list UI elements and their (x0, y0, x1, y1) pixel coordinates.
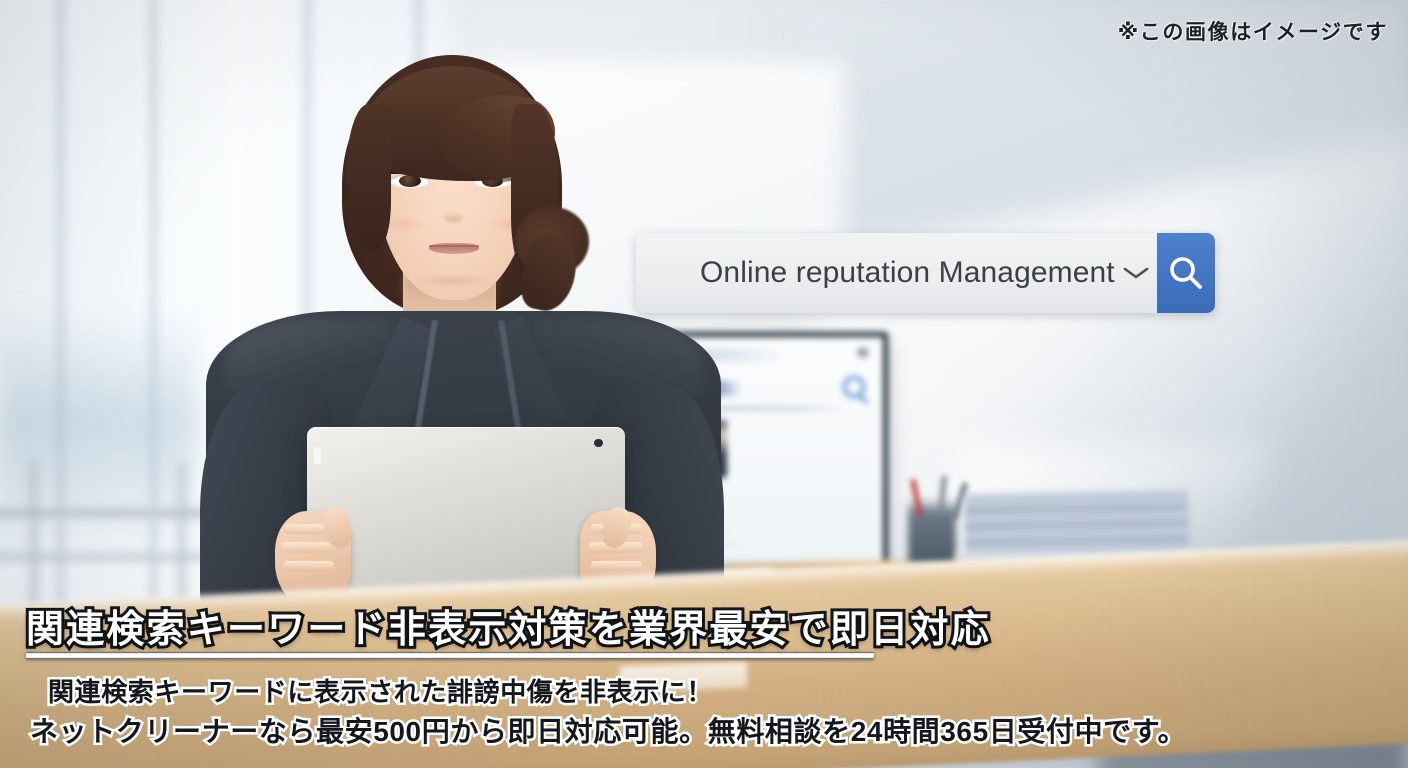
page-title: 関連検索キーワード非表示対策を業界最安で即日対応 (23, 606, 992, 654)
headline-container: 関連検索キーワード非表示対策を業界最安で即日対応 (23, 606, 992, 654)
finger (591, 560, 643, 571)
image-disclaimer-notice: ※この画像はイメージです (1117, 21, 1388, 44)
chevron-down-icon[interactable] (1115, 233, 1158, 313)
tablet-camera (594, 438, 603, 447)
subheadline-line-2: ネットクリーナーなら最安500円から即日対応可能。無料相談を24時間365日受付… (27, 714, 1188, 750)
search-bar[interactable]: Online reputation Management (636, 233, 1215, 313)
hair-side-left (346, 103, 392, 250)
hero-banner: Online reputation Management ※この画像はイメージで… (0, 0, 1408, 768)
subheadline-line-1: 関連検索キーワードに表示された誹謗中傷を非表示に！ (45, 675, 714, 710)
finger (283, 560, 334, 571)
finger (281, 542, 337, 553)
search-input[interactable]: Online reputation Management (636, 233, 1115, 313)
lip-line (429, 244, 479, 247)
search-submit-button[interactable] (1157, 233, 1215, 313)
nose (443, 211, 464, 222)
tablet-side-button (313, 446, 321, 464)
search-icon (1165, 252, 1207, 294)
chin-shadow (416, 272, 490, 288)
headline-underline (26, 652, 874, 659)
